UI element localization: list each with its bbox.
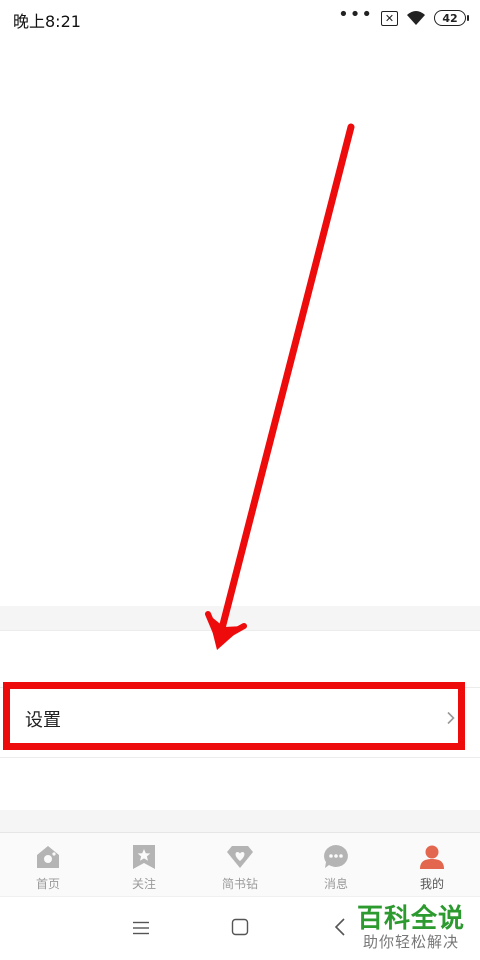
watermark-title: 百科全说: [357, 904, 466, 934]
tab-diamond[interactable]: 简书钻: [192, 833, 288, 897]
tab-label: 关注: [131, 877, 156, 891]
status-icons: ••• ✕ 42: [338, 4, 469, 29]
profile-icon: [418, 843, 446, 871]
tab-label: 消息: [323, 877, 348, 891]
tab-mine[interactable]: 我的: [384, 833, 480, 897]
divider-line: [0, 630, 480, 631]
more-dots-icon: •••: [338, 4, 373, 25]
battery-icon: 42: [434, 10, 469, 26]
annotation-highlight-box: [3, 682, 465, 750]
no-sim-icon: ✕: [381, 10, 398, 26]
chat-bubble-icon: [322, 843, 350, 871]
section-divider: [0, 810, 480, 832]
back-chevron-icon[interactable]: [334, 917, 346, 941]
tab-label: 首页: [35, 877, 60, 891]
home-square-icon[interactable]: [231, 918, 249, 940]
tab-label: 简书钻: [221, 877, 258, 891]
tab-follow[interactable]: 关注: [96, 833, 192, 897]
watermark-subtitle: 助你轻松解决: [363, 933, 460, 951]
tab-label: 我的: [419, 877, 444, 891]
section-divider: [0, 606, 480, 630]
divider-line: [0, 757, 480, 758]
wifi-icon: [406, 10, 426, 26]
home-icon: [34, 843, 62, 871]
bookmark-star-icon: [130, 843, 158, 871]
status-time: 晚上8:21: [13, 12, 81, 31]
diamond-heart-icon: [226, 843, 254, 871]
menu-icon[interactable]: [132, 920, 150, 939]
tab-home[interactable]: 首页: [0, 833, 96, 897]
status-bar: 晚上8:21 ••• ✕ 42: [0, 0, 480, 36]
bottom-tab-bar: 首页 关注 简书钻 消息 我的: [0, 832, 480, 896]
tab-messages[interactable]: 消息: [288, 833, 384, 897]
